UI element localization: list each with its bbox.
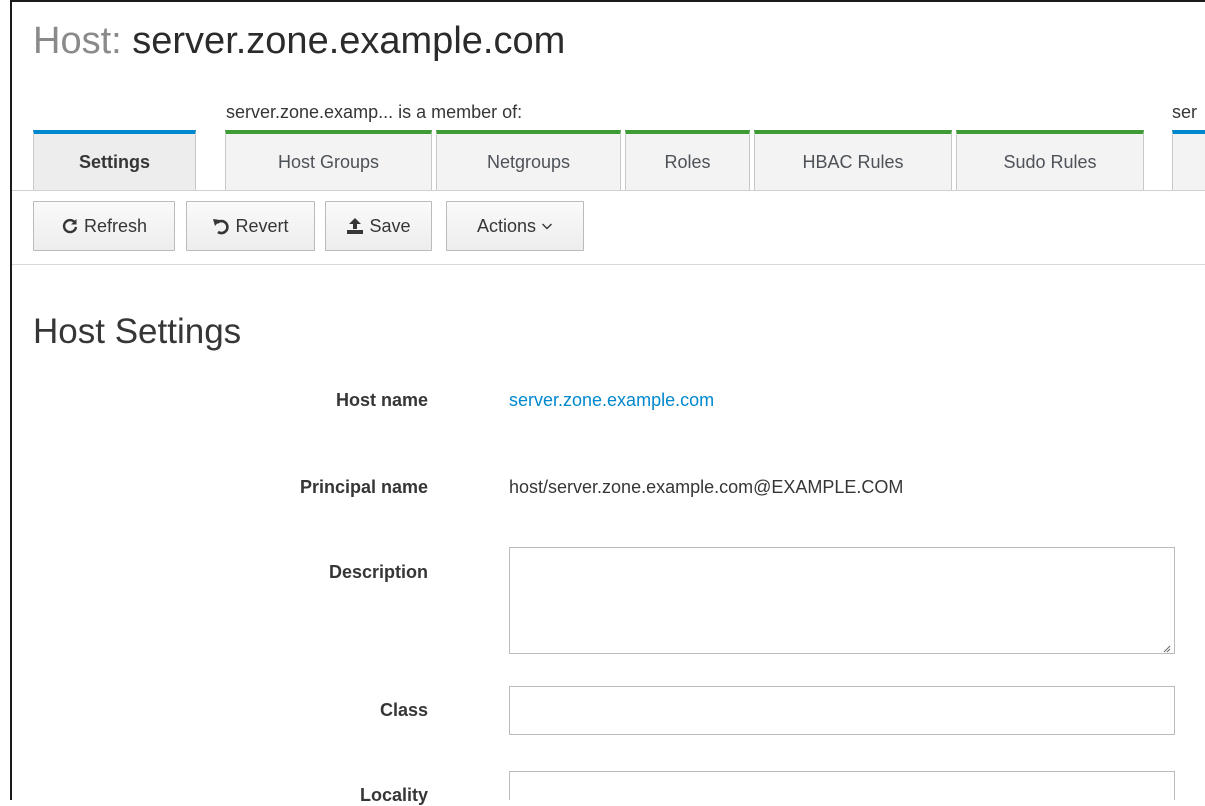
tab-sudo-rules[interactable]: Sudo Rules [956, 130, 1144, 190]
window-left-border [0, 0, 12, 800]
section-title: Host Settings [33, 312, 242, 351]
actions-button-label: Actions [476, 215, 537, 236]
tab-hbac-rules-label: HBAC Rules [802, 151, 904, 172]
description-textarea[interactable] [509, 547, 1175, 654]
tab-partial-right[interactable] [1172, 130, 1205, 190]
description-label: Description [328, 562, 428, 582]
save-button[interactable]: Save [325, 201, 432, 251]
save-button-label: Save [369, 215, 411, 236]
revert-button[interactable]: Revert [186, 201, 315, 251]
locality-label: Locality [359, 785, 428, 805]
tab-roles-label: Roles [664, 151, 711, 172]
resize-grip-icon[interactable] [1161, 640, 1171, 653]
principal-name-label: Principal name [299, 477, 428, 497]
locality-input[interactable] [509, 771, 1175, 800]
class-label: Class [379, 700, 428, 720]
undo-icon [212, 217, 230, 235]
tab-netgroups-label: Netgroups [486, 151, 571, 172]
actions-dropdown-button[interactable]: Actions [446, 201, 584, 251]
upload-icon [346, 217, 364, 235]
page-title-host: server.zone.example.com [132, 20, 566, 62]
refresh-icon [61, 217, 79, 235]
page-title: Host: server.zone.example.com [33, 20, 565, 63]
refresh-button[interactable]: Refresh [33, 201, 175, 251]
tab-roles[interactable]: Roles [625, 130, 750, 190]
tab-bar-baseline [12, 190, 1205, 191]
class-input[interactable] [509, 686, 1175, 735]
chevron-down-icon [541, 221, 553, 231]
window-top-border [0, 0, 1205, 10]
tab-settings-label: Settings [78, 151, 150, 172]
refresh-button-label: Refresh [83, 215, 148, 236]
tab-host-groups[interactable]: Host Groups [225, 130, 432, 190]
tab-netgroups[interactable]: Netgroups [436, 130, 621, 190]
tab-host-groups-label: Host Groups [277, 151, 380, 172]
page-title-prefix: Host: [33, 20, 122, 62]
host-name-label: Host name [335, 390, 428, 410]
tab-sudo-rules-label: Sudo Rules [1003, 151, 1097, 172]
principal-name-value: host/server.zone.example.com@EXAMPLE.COM [509, 477, 904, 497]
tab-group-label-right: ser [1172, 102, 1198, 122]
toolbar-divider [12, 264, 1205, 265]
tab-settings[interactable]: Settings [33, 130, 196, 190]
tab-hbac-rules[interactable]: HBAC Rules [754, 130, 952, 190]
revert-button-label: Revert [235, 215, 289, 236]
host-name-link[interactable]: server.zone.example.com [509, 390, 714, 411]
member-of-label: server.zone.examp... is a member of: [226, 102, 523, 122]
